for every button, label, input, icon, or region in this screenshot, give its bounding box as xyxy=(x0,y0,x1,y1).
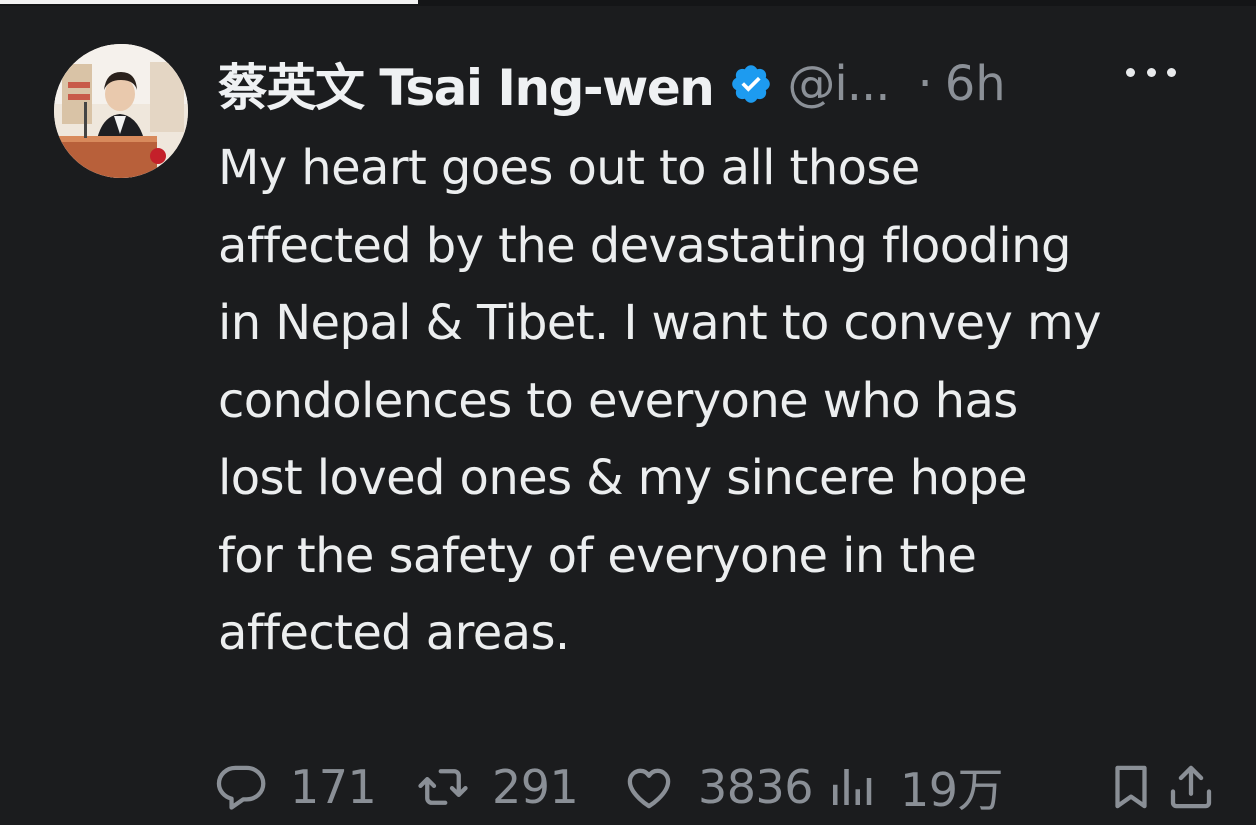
retweet-button[interactable]: 291 xyxy=(416,760,622,814)
author-display-name[interactable]: 蔡英文 Tsai Ing-wen xyxy=(218,48,715,120)
views-icon xyxy=(824,760,878,814)
retweet-count: 291 xyxy=(492,760,579,814)
more-icon[interactable] xyxy=(1126,62,1176,82)
views-button[interactable]: 19万 xyxy=(824,754,1104,820)
share-icon xyxy=(1164,760,1218,814)
avatar[interactable] xyxy=(54,44,188,178)
bookmark-button[interactable] xyxy=(1104,760,1158,814)
tweet-text: My heart goes out to all those affected … xyxy=(218,140,1102,661)
views-count: 19万 xyxy=(900,763,1004,817)
author-handle[interactable]: @i... xyxy=(787,56,890,112)
more-dot xyxy=(1126,67,1135,77)
more-dot xyxy=(1146,67,1156,77)
bookmark-icon xyxy=(1104,760,1158,814)
like-button[interactable]: 3836 xyxy=(622,760,824,814)
tweet: 蔡英文 Tsai Ing-wen @i... · 6h My heart goe… xyxy=(0,0,1256,817)
tweet-header: 蔡英文 Tsai Ing-wen @i... · 6h xyxy=(218,52,1006,117)
more-dot xyxy=(1167,67,1176,77)
share-button[interactable] xyxy=(1164,760,1218,814)
reply-icon xyxy=(214,760,268,814)
reply-button[interactable]: 171 xyxy=(214,760,416,814)
reply-count: 171 xyxy=(290,760,377,814)
verified-badge-icon xyxy=(729,62,773,106)
separator-dot: · xyxy=(917,56,933,112)
retweet-icon xyxy=(416,760,470,814)
tweet-timestamp[interactable]: 6h xyxy=(945,56,1006,112)
heart-icon xyxy=(622,760,676,814)
like-count: 3836 xyxy=(698,760,814,814)
tweet-actions: 171 291 3836 19万 xyxy=(214,752,1254,822)
avatar-photo xyxy=(54,44,188,178)
